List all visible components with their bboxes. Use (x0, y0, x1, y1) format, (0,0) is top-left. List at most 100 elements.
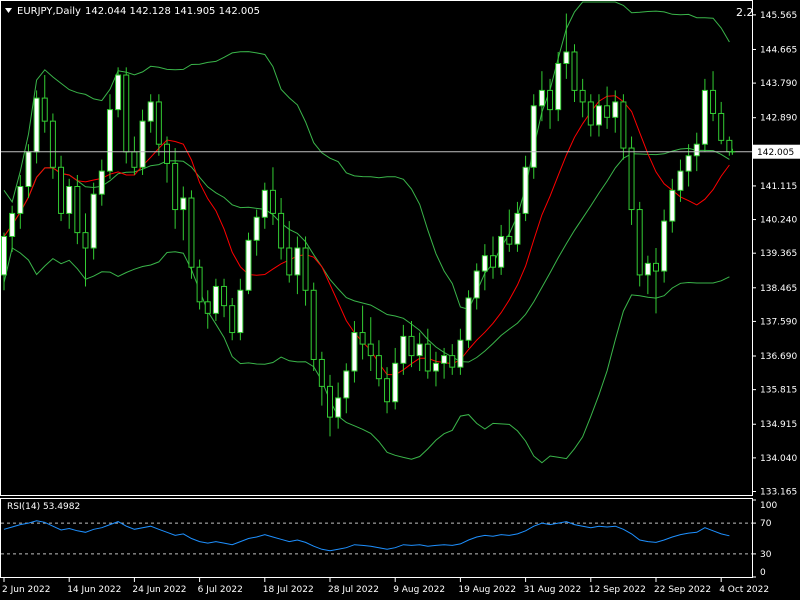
candle-body-bear (196, 266, 203, 303)
candle-body-bull (644, 262, 651, 276)
candle-body-bear (547, 89, 554, 111)
price-tick-label: 139.365 (760, 249, 797, 259)
candle-body-bull (253, 216, 260, 241)
candle-body-bear (359, 332, 366, 345)
candle-body-bear (327, 385, 333, 418)
candle-body-bull (473, 270, 480, 299)
candle-body-bull (522, 166, 529, 214)
candle-body-bear (302, 247, 309, 291)
candle-body-bear (604, 105, 611, 118)
current-price-label: 142.005 (757, 148, 794, 158)
candle-body-bull (481, 255, 488, 272)
time-tick-label: 9 Aug 2022 (393, 585, 445, 595)
candle-body-bear (155, 101, 162, 145)
time-tick-label: 6 Jul 2022 (198, 585, 243, 595)
price-tick-label: 134.040 (760, 454, 797, 464)
rsi-tick-label: 70 (760, 519, 772, 529)
time-tick-label: 12 Sep 2022 (589, 585, 646, 595)
candle-body-bull (343, 370, 350, 399)
candle-body-bull (212, 285, 219, 314)
candle (245, 232, 252, 295)
time-tick-label: 14 Jun 2022 (67, 585, 121, 595)
chart-canvas: 142.005 133.165 134.040 134.915 135.815 136.… (0, 0, 800, 600)
time-tick-label: 2 Jun 2022 (2, 585, 50, 595)
price-tick-label: 142.890 (760, 114, 797, 124)
candle-body-bear (506, 235, 513, 245)
candle-body-bear (49, 120, 56, 168)
candle-body-bull (555, 63, 562, 111)
candle-body-bear (74, 186, 81, 234)
candle-body-bull (538, 89, 545, 107)
time-tick-label: 28 Jul 2022 (328, 585, 379, 595)
candle-body-bull (685, 155, 692, 172)
candle (636, 201, 643, 287)
candle-body-bull (677, 170, 684, 191)
price-tick-label: 138.465 (760, 284, 797, 294)
candle-body-bull (595, 105, 602, 126)
price-tick-label: 145.565 (760, 11, 797, 21)
candle-body-bear (490, 255, 496, 268)
price-tick-label: 134.915 (760, 420, 797, 430)
candle-body-bull (335, 397, 342, 418)
candle-body-bear (221, 285, 228, 307)
candle-body-bear (318, 358, 325, 387)
time-tick-label: 18 Jul 2022 (263, 585, 314, 595)
candle-body-bull (261, 189, 268, 218)
candle-body-bear (587, 101, 594, 126)
candle-body-bull (66, 186, 73, 214)
candle (310, 282, 317, 371)
candle-body-bear (41, 97, 48, 122)
candle-body-bull (416, 343, 423, 357)
candle-body-bear (164, 143, 170, 164)
candle-body-bull (530, 105, 537, 168)
candle-body-bear (131, 151, 138, 168)
rsi-label: RSI(14) 53.4982 (7, 502, 80, 512)
candle-body-bear (579, 89, 586, 103)
symbol-label: EURJPY,Daily (17, 6, 81, 17)
candle-body-bull (17, 186, 24, 214)
candle-body-bear (375, 355, 382, 380)
candle-body-bull (457, 339, 464, 368)
candle-body-bear (653, 262, 659, 272)
candle (123, 67, 130, 164)
candle-body-bull (139, 120, 146, 168)
candle-body-bull (514, 212, 521, 245)
candle-body-bull (498, 235, 505, 268)
price-tick-label: 144.665 (760, 45, 797, 55)
candle-body-bear (408, 335, 415, 357)
candle (465, 290, 472, 348)
candle-body-bull (669, 189, 676, 222)
time-tick-label: 22 Sep 2022 (654, 585, 711, 595)
candle-body-bear (424, 343, 431, 372)
candle-body-bull (1, 235, 7, 276)
candle-body-bear (620, 101, 627, 149)
rsi-tick-label: 30 (760, 550, 772, 560)
candle-body-bull (441, 355, 448, 364)
candle-body-bull (9, 212, 16, 237)
candle-body-bear (710, 89, 717, 114)
candle-body-bear (718, 112, 725, 141)
candle-body-bull (106, 109, 113, 172)
price-tick-label: 140.240 (760, 216, 797, 226)
ohlc-label: 142.044 142.128 141.905 142.005 (85, 6, 260, 17)
candle (530, 94, 537, 179)
candle-body-bear (204, 301, 211, 314)
time-tick-label: 19 Aug 2022 (458, 585, 516, 595)
candle-body-bear (82, 232, 89, 249)
rsi-tick-label: 100 (760, 501, 777, 511)
candle-body-bear (449, 355, 456, 368)
price-tick-label: 143.790 (760, 79, 797, 89)
price-tick-label: 137.590 (760, 317, 797, 327)
rsi-tick-label: 0 (760, 568, 766, 578)
candle-body-bear (726, 139, 733, 153)
candle-body-bull (294, 247, 301, 276)
candle-body-bull (90, 193, 97, 249)
candle-body-bull (701, 89, 708, 145)
corner-label: 2.2 (736, 6, 754, 19)
candle-body-bull (612, 101, 619, 118)
candle-body-bull (115, 74, 122, 111)
candle (196, 259, 203, 310)
candle-body-bull (465, 297, 472, 341)
candle-body-bear (269, 189, 276, 214)
candle-body-bull (25, 151, 32, 187)
